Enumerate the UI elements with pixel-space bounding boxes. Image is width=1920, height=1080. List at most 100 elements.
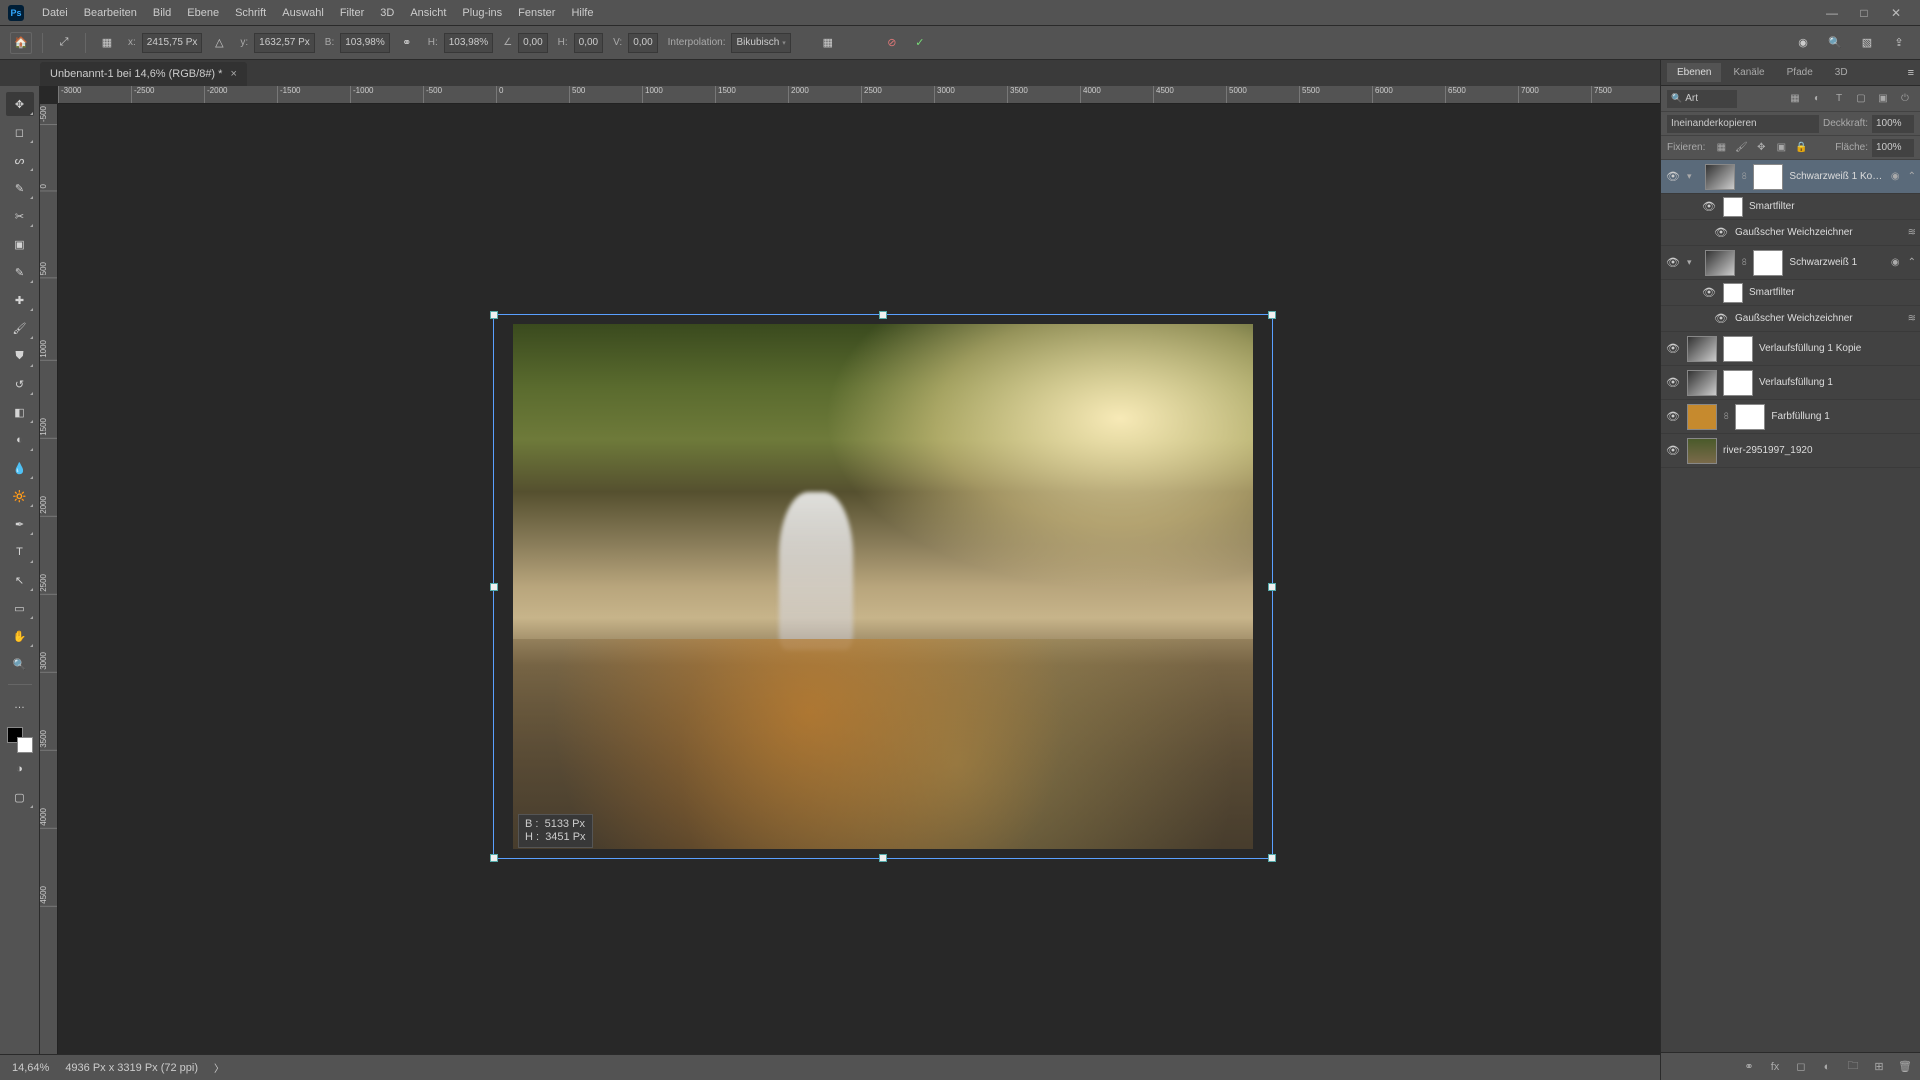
menu-datei[interactable]: Datei — [34, 3, 76, 23]
transform-handle-tl[interactable] — [490, 311, 498, 319]
close-tab-icon[interactable]: × — [230, 68, 236, 80]
vertical-ruler[interactable]: -500050010001500200025003000350040004500 — [40, 104, 58, 1054]
warp-icon[interactable]: ▦ — [817, 32, 839, 54]
lasso-tool[interactable]: ᔕ — [6, 148, 34, 172]
transform-handle-ml[interactable] — [490, 583, 498, 591]
filter-visibility-toggle[interactable]: 👁 — [1713, 311, 1729, 327]
layer-filter-type[interactable]: Art — [1667, 90, 1737, 108]
panel-tab-kanäle[interactable]: Kanäle — [1723, 63, 1774, 82]
cancel-transform-button[interactable]: ⊘ — [881, 32, 903, 54]
close-window-button[interactable]: ✕ — [1880, 3, 1912, 23]
quickmask-button[interactable]: ◑ — [6, 757, 34, 781]
layer-thumbnail[interactable] — [1687, 336, 1717, 362]
layer-visibility-toggle[interactable]: 👁 — [1665, 341, 1681, 357]
hand-tool[interactable]: ✋ — [6, 624, 34, 648]
layer-row[interactable]: 👁▾𝟾Schwarzweiß 1 Kopie◉⌃ — [1661, 160, 1920, 194]
link-wh-icon[interactable]: ⚭ — [396, 32, 418, 54]
filter-mask-thumbnail[interactable] — [1723, 283, 1743, 303]
filter-collapse-icon[interactable]: ⌃ — [1908, 171, 1916, 182]
menu-filter[interactable]: Filter — [332, 3, 372, 23]
menu-ansicht[interactable]: Ansicht — [402, 3, 454, 23]
transform-handle-tm[interactable] — [879, 311, 887, 319]
brush-tool[interactable]: 🖌 — [6, 316, 34, 340]
layer-name[interactable]: Schwarzweiß 1 Kopie — [1789, 171, 1882, 182]
layer-name[interactable]: Schwarzweiß 1 — [1789, 257, 1882, 268]
horizontal-ruler[interactable]: -3000-2500-2000-1500-1000-50005001000150… — [58, 86, 1660, 104]
menu-ebene[interactable]: Ebene — [179, 3, 227, 23]
filter-blending-icon[interactable]: ≋ — [1908, 313, 1916, 324]
lock-position-button[interactable]: ✥ — [1753, 140, 1769, 156]
layer-mask-thumbnail[interactable] — [1753, 250, 1783, 276]
panel-tab-3d[interactable]: 3D — [1825, 63, 1858, 82]
layer-mask-thumbnail[interactable] — [1723, 336, 1753, 362]
skew-v-field[interactable]: 0,00 — [628, 33, 657, 53]
maximize-button[interactable]: □ — [1848, 3, 1880, 23]
search-ps-icon[interactable]: 🔍 — [1824, 32, 1846, 54]
color-swatches[interactable] — [7, 727, 33, 753]
link-layers-button[interactable]: ⚭ — [1740, 1058, 1758, 1076]
layer-row[interactable]: 👁▾𝟾Schwarzweiß 1◉⌃ — [1661, 246, 1920, 280]
zoom-tool[interactable]: 🔍 — [6, 652, 34, 676]
eyedropper-tool[interactable]: ✎ — [6, 260, 34, 284]
canvas[interactable]: B : 5133 Px H : 3451 Px — [58, 104, 1660, 1054]
layer-visibility-toggle[interactable]: 👁 — [1665, 409, 1681, 425]
blend-mode-dropdown[interactable]: Ineinanderkopieren — [1667, 115, 1819, 133]
layer-row[interactable]: 👁river-2951997_1920 — [1661, 434, 1920, 468]
layer-filter-smart-icon[interactable]: ▣ — [1874, 90, 1892, 108]
menu-auswahl[interactable]: Auswahl — [274, 3, 332, 23]
layer-row[interactable]: 👁Verlaufsfüllung 1 — [1661, 366, 1920, 400]
filter-collapse-icon[interactable]: ⌃ — [1908, 257, 1916, 268]
share-icon[interactable]: ⇪ — [1888, 32, 1910, 54]
lock-pixels-button[interactable]: 🖌 — [1733, 140, 1749, 156]
doc-info-menu-icon[interactable]: 〉 — [214, 1060, 224, 1075]
x-field[interactable]: 2415,75 Px — [142, 33, 203, 53]
skew-h-field[interactable]: 0,00 — [574, 33, 603, 53]
swap-xy-icon[interactable]: △ — [208, 32, 230, 54]
healing-tool[interactable]: ✚ — [6, 288, 34, 312]
lock-transparency-button[interactable]: ▦ — [1713, 140, 1729, 156]
dodge-tool[interactable]: 🔆 — [6, 484, 34, 508]
w-field[interactable]: 103,98% — [340, 33, 389, 53]
background-swatch[interactable] — [17, 737, 33, 753]
layer-style-button[interactable]: fx — [1766, 1058, 1784, 1076]
layer-thumbnail[interactable] — [1687, 370, 1717, 396]
layer-expand-toggle[interactable]: ▾ — [1687, 171, 1699, 182]
layer-mask-thumbnail[interactable] — [1753, 164, 1783, 190]
shape-tool[interactable]: ▭ — [6, 596, 34, 620]
smart-filter-row[interactable]: 👁Gaußscher Weichzeichner≋ — [1661, 306, 1920, 332]
type-tool[interactable]: T — [6, 540, 34, 564]
marquee-tool[interactable]: ◻ — [6, 120, 34, 144]
filter-mask-thumbnail[interactable] — [1723, 197, 1743, 217]
layer-filter-toggle[interactable]: ⏻ — [1896, 90, 1914, 108]
screenmode-button[interactable]: ▢ — [6, 785, 34, 809]
interp-dropdown[interactable]: Bikubisch — [731, 33, 790, 53]
smart-filter-row[interactable]: 👁Gaußscher Weichzeichner≋ — [1661, 220, 1920, 246]
layer-thumbnail[interactable] — [1705, 164, 1735, 190]
layer-visibility-toggle[interactable]: 👁 — [1665, 443, 1681, 459]
smart-filter-row[interactable]: 👁Smartfilter — [1661, 194, 1920, 220]
menu-bild[interactable]: Bild — [145, 3, 179, 23]
layer-thumbnail[interactable] — [1705, 250, 1735, 276]
reference-point-icon[interactable]: ▦ — [96, 32, 118, 54]
menu-bearbeiten[interactable]: Bearbeiten — [76, 3, 145, 23]
layer-filter-pixel-icon[interactable]: ▦ — [1786, 90, 1804, 108]
transform-handle-br[interactable] — [1268, 854, 1276, 862]
edit-toolbar-button[interactable]: … — [6, 693, 34, 717]
gradient-tool[interactable]: ◐ — [6, 428, 34, 452]
smart-filter-row[interactable]: 👁Smartfilter — [1661, 280, 1920, 306]
layer-row[interactable]: 👁𝟾Farbfüllung 1 — [1661, 400, 1920, 434]
new-adjust-layer-button[interactable]: ◐ — [1818, 1058, 1836, 1076]
layer-filter-shape-icon[interactable]: ▢ — [1852, 90, 1870, 108]
eraser-tool[interactable]: ◧ — [6, 400, 34, 424]
opacity-field[interactable]: 100% — [1872, 115, 1914, 133]
stamp-tool[interactable]: ⛊ — [6, 344, 34, 368]
layer-filter-type-icon[interactable]: T — [1830, 90, 1848, 108]
move-tool[interactable]: ✥ — [6, 92, 34, 116]
menu-plug-ins[interactable]: Plug-ins — [454, 3, 510, 23]
add-mask-button[interactable]: ◻ — [1792, 1058, 1810, 1076]
layer-expand-toggle[interactable]: ▾ — [1687, 257, 1699, 268]
panel-menu-icon[interactable]: ≡ — [1902, 67, 1920, 79]
y-field[interactable]: 1632,57 Px — [254, 33, 315, 53]
transform-handle-bm[interactable] — [879, 854, 887, 862]
layer-visibility-toggle[interactable]: 👁 — [1665, 169, 1681, 185]
